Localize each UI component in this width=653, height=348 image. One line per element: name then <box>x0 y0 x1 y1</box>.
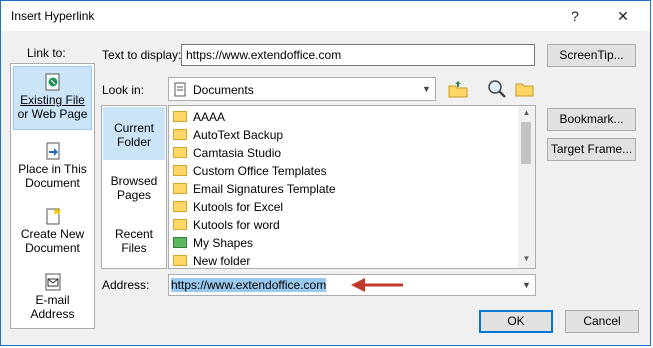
dialog-title: Insert Hyperlink <box>11 9 95 23</box>
look-in-label: Look in: <box>102 83 145 97</box>
recent-files-label-1: Recent <box>114 227 154 241</box>
address-value: https://www.extendoffice.com <box>171 278 327 292</box>
current-folder-tab[interactable]: Current Folder <box>103 107 165 160</box>
file-name: AutoText Backup <box>193 128 284 142</box>
folder-icon <box>173 111 187 123</box>
list-item[interactable]: Camtasia Studio <box>173 144 281 162</box>
recent-files-tab[interactable]: Recent Files <box>103 227 165 263</box>
folder-icon <box>173 255 187 267</box>
document-place-icon <box>46 142 59 160</box>
annotation-arrow <box>351 278 403 292</box>
file-name: Email Signatures Template <box>193 182 336 196</box>
file-list-scrollbar[interactable]: ▲ ▼ <box>518 106 535 268</box>
recent-files-label-2: Files <box>121 241 147 255</box>
link-create-label-2: Document <box>25 241 80 255</box>
link-create-new-document[interactable]: Create New Document <box>13 207 92 263</box>
web-page-icon <box>45 73 59 91</box>
new-document-icon <box>46 207 61 225</box>
insert-hyperlink-dialog: Insert Hyperlink ? ✕ Link to: Existing F… <box>0 0 651 346</box>
look-in-dropdown[interactable]: Documents ▼ <box>168 77 436 101</box>
file-list[interactable]: AAAA AutoText Backup Camtasia Studio Cus… <box>168 105 536 269</box>
open-folder-icon <box>515 83 534 97</box>
text-to-display-value: https://www.extendoffice.com <box>186 48 342 62</box>
browsed-pages-tab[interactable]: Browsed Pages <box>103 174 165 210</box>
browse-file-button[interactable] <box>514 78 536 100</box>
list-item[interactable]: Custom Office Templates <box>173 162 327 180</box>
list-item[interactable]: AAAA <box>173 108 225 126</box>
file-name: Kutools for word <box>193 218 280 232</box>
current-folder-label-2: Folder <box>116 135 151 149</box>
close-button[interactable]: ✕ <box>609 4 637 28</box>
folder-icon <box>173 147 187 159</box>
text-to-display-label: Text to display: <box>102 48 182 62</box>
link-create-label-1: Create New <box>20 227 85 241</box>
folder-icon <box>173 165 187 177</box>
chevron-down-icon: ▼ <box>417 78 435 100</box>
link-place-in-document[interactable]: Place in This Document <box>13 142 92 198</box>
link-place-label-2: Document <box>25 176 80 190</box>
scroll-down-icon[interactable]: ▼ <box>518 254 535 263</box>
browse-web-icon <box>488 80 506 98</box>
folder-icon <box>173 201 187 213</box>
link-to-panel: Existing File or Web Page Place in This … <box>10 63 95 329</box>
email-icon <box>45 273 60 291</box>
link-to-label: Link to: <box>27 46 66 60</box>
file-name: My Shapes <box>193 236 254 250</box>
sub-nav-panel: Current Folder Browsed Pages Recent File… <box>101 105 167 269</box>
list-item[interactable]: My Shapes <box>173 234 253 252</box>
link-email-label-1: E-mail <box>35 293 70 307</box>
link-email-label-2: Address <box>30 307 75 321</box>
list-item[interactable]: Email Signatures Template <box>173 180 336 198</box>
chevron-down-icon: ▼ <box>517 275 535 295</box>
look-in-value: Documents <box>193 83 254 97</box>
folder-icon <box>173 129 187 141</box>
file-name: Custom Office Templates <box>193 164 327 178</box>
address-label: Address: <box>102 278 150 292</box>
bookmark-button[interactable]: Bookmark... <box>547 108 636 131</box>
list-item[interactable]: Kutools for word <box>173 216 280 234</box>
documents-icon <box>174 82 186 97</box>
list-item[interactable]: AutoText Backup <box>173 126 283 144</box>
browse-web-button[interactable] <box>486 78 508 100</box>
scroll-up-icon[interactable]: ▲ <box>518 108 535 117</box>
text-to-display-input[interactable]: https://www.extendoffice.com <box>181 44 535 66</box>
scrollbar-thumb[interactable] <box>521 122 531 164</box>
link-place-label-1: Place in This <box>18 162 87 176</box>
file-name: Kutools for Excel <box>193 200 284 214</box>
link-email-address[interactable]: E-mail Address <box>13 273 92 329</box>
ok-button[interactable]: OK <box>479 310 553 333</box>
link-existing-file-label-2: or Web Page <box>17 107 88 121</box>
screentip-button[interactable]: ScreenTip... <box>547 44 636 67</box>
folder-icon <box>173 219 187 231</box>
file-name: New folder <box>193 254 251 268</box>
list-item[interactable]: New folder <box>173 252 251 268</box>
folder-icon <box>173 183 187 195</box>
shapes-folder-icon <box>173 237 187 249</box>
file-name: AAAA <box>193 110 226 124</box>
up-folder-button[interactable] <box>447 78 469 100</box>
up-folder-icon <box>448 81 468 98</box>
link-existing-file[interactable]: Existing File or Web Page <box>13 66 92 130</box>
browsed-pages-label-1: Browsed <box>110 174 158 188</box>
target-frame-button[interactable]: Target Frame... <box>547 138 636 161</box>
current-folder-label-1: Current <box>113 121 154 135</box>
file-name: Camtasia Studio <box>193 146 282 160</box>
cancel-button[interactable]: Cancel <box>565 310 639 333</box>
link-existing-file-label-1: Existing File <box>20 93 85 107</box>
help-button[interactable]: ? <box>561 4 589 28</box>
list-item[interactable]: Kutools for Excel <box>173 198 283 216</box>
browsed-pages-label-2: Pages <box>116 188 152 202</box>
title-bar: Insert Hyperlink ? ✕ <box>1 1 650 31</box>
